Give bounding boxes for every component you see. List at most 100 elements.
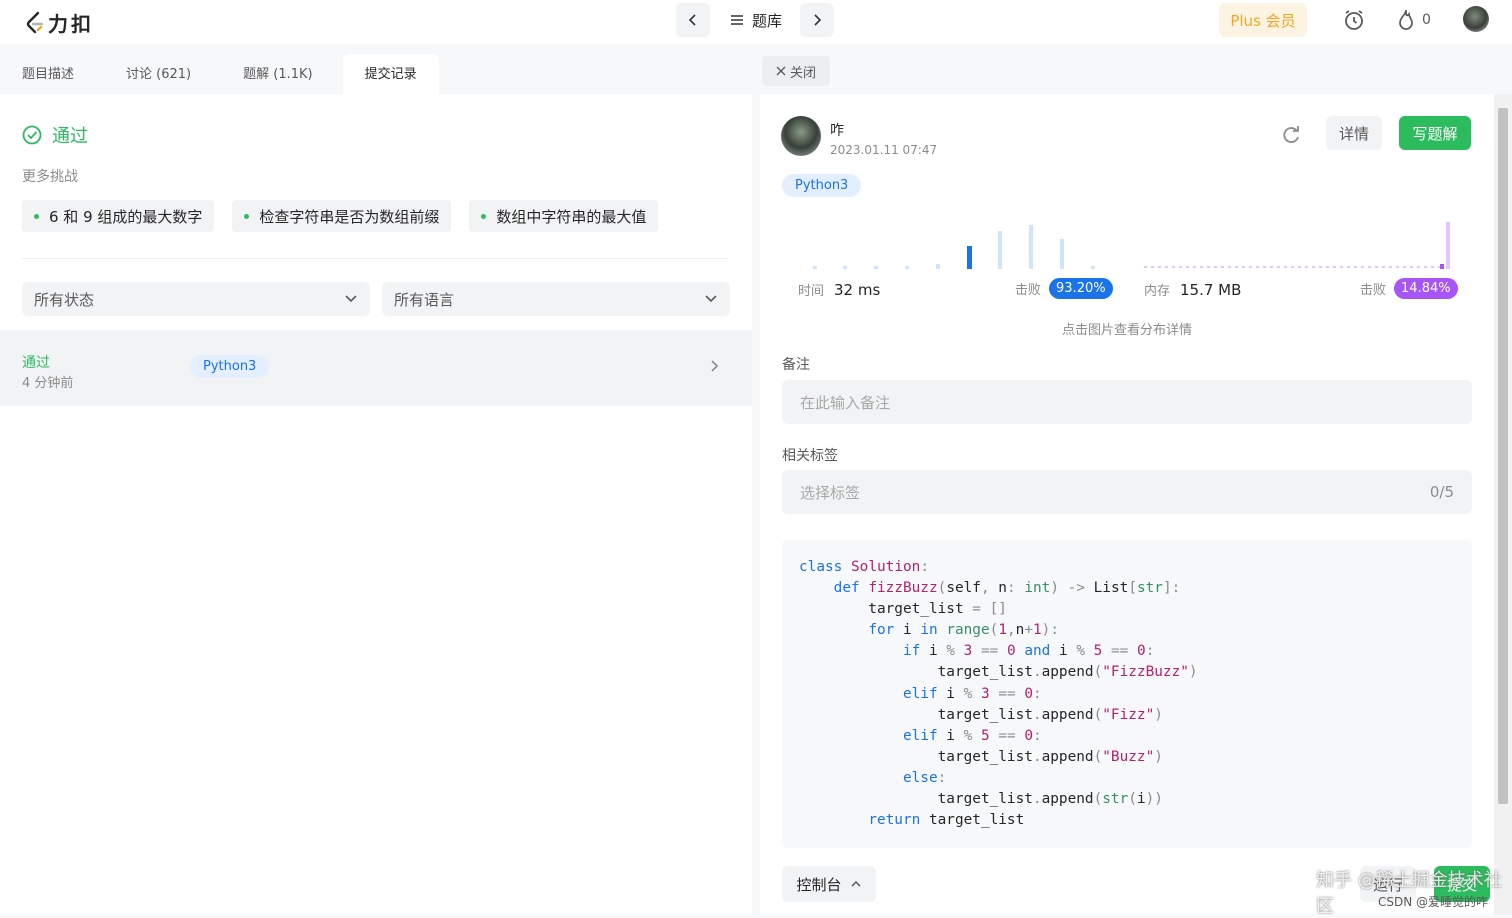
check-circle-icon bbox=[22, 125, 42, 145]
runtime-bar bbox=[1060, 239, 1064, 269]
submissions-panel: 通过 更多挑战 6 和 9 组成的最大数字 检查字符串是否为数组前缀 数组中字符… bbox=[0, 94, 752, 915]
code-line: target_list.append("Buzz") bbox=[799, 748, 1163, 765]
code-line: return target_list bbox=[868, 812, 1025, 829]
menu-icon bbox=[731, 15, 743, 25]
dot-icon bbox=[244, 213, 250, 219]
runtime-bar bbox=[874, 266, 878, 269]
runtime-value: 32 ms bbox=[834, 280, 881, 299]
avatar[interactable] bbox=[781, 116, 821, 156]
leetcode-logo-icon bbox=[26, 11, 44, 33]
note-input[interactable]: 在此输入备注 bbox=[782, 380, 1472, 424]
submission-date: 2023.01.11 07:47 bbox=[830, 143, 938, 157]
left-tabs: 题目描述 讨论 (621) 题解 (1.1K) 提交记录 bbox=[0, 54, 752, 94]
challenge-chip[interactable]: 6 和 9 组成的最大数字 bbox=[22, 200, 215, 232]
plus-membership-button[interactable]: Plus 会员 bbox=[1219, 3, 1307, 37]
memory-bar-current bbox=[1440, 264, 1444, 269]
challenge-label: 数组中字符串的最大值 bbox=[496, 207, 647, 226]
fire-icon bbox=[1399, 9, 1413, 30]
close-label: 关闭 bbox=[789, 65, 816, 81]
submitter-name: 咋 bbox=[830, 123, 844, 139]
runtime-bar bbox=[1091, 266, 1095, 269]
close-record-tab[interactable]: 关闭 bbox=[762, 56, 830, 86]
scrollbar[interactable] bbox=[1494, 94, 1512, 915]
write-solution-button[interactable]: 写题解 bbox=[1399, 116, 1471, 150]
submission-status: 通过 bbox=[22, 355, 50, 371]
challenge-chip[interactable]: 数组中字符串的最大值 bbox=[469, 200, 659, 232]
memory-distribution-chart bbox=[1144, 222, 1450, 269]
code-line: class Solution: bbox=[799, 559, 929, 575]
tab-submissions[interactable]: 提交记录 bbox=[342, 54, 439, 94]
submission-detail-panel: 咋 2023.01.11 07:47 详情 写题解 Python3 时间 32 … bbox=[760, 94, 1494, 915]
challenge-chip[interactable]: 检查字符串是否为数组前缀 bbox=[232, 200, 452, 232]
memory-beat: 击败 14.84% bbox=[1360, 278, 1458, 299]
console-toggle[interactable]: 控制台 bbox=[782, 866, 876, 902]
chevron-right-icon bbox=[711, 360, 719, 372]
submission-row[interactable]: 通过 4 分钟前 Python3 bbox=[0, 330, 752, 406]
runtime-beat-badge: 93.20% bbox=[1049, 278, 1113, 299]
tab-solutions[interactable]: 题解 (1.1K) bbox=[221, 54, 334, 94]
memory-bar bbox=[1446, 222, 1450, 269]
language-badge: Python3 bbox=[782, 174, 862, 197]
runtime-bar bbox=[1029, 225, 1033, 269]
challenge-label: 检查字符串是否为数组前缀 bbox=[259, 207, 440, 226]
close-icon bbox=[776, 66, 786, 76]
memory-label: 内存 bbox=[1144, 284, 1171, 299]
streak-count: 0 bbox=[1422, 12, 1431, 28]
tab-description[interactable]: 题目描述 bbox=[0, 54, 96, 94]
note-label: 备注 bbox=[782, 357, 810, 373]
refresh-icon[interactable] bbox=[1280, 124, 1302, 146]
runtime-label: 时间 bbox=[798, 284, 825, 299]
code-line: elif i % 3 == 0: bbox=[902, 685, 1042, 702]
code-line: def fizzBuzz(self, n: int) -> List[str]: bbox=[833, 580, 1181, 597]
console-label: 控制台 bbox=[796, 875, 842, 894]
code-line: for i in range(1,n+1): bbox=[868, 622, 1059, 639]
code-line: target_list = [] bbox=[799, 601, 1007, 618]
chart-hint: 点击图片查看分布详情 bbox=[1061, 323, 1192, 338]
problem-list-button[interactable]: 题库 bbox=[730, 10, 782, 31]
chevron-right-icon bbox=[814, 14, 822, 26]
more-challenges-label: 更多挑战 bbox=[22, 169, 78, 185]
prev-problem-button[interactable] bbox=[676, 3, 710, 37]
runtime-bar-current bbox=[967, 246, 972, 269]
challenge-label: 6 和 9 组成的最大数字 bbox=[49, 207, 203, 226]
code-viewer[interactable]: class Solution: def fizzBuzz(self, n: in… bbox=[782, 540, 1472, 848]
memory-beat-label: 击败 bbox=[1360, 283, 1387, 298]
code-line: elif i % 5 == 0: bbox=[902, 727, 1042, 744]
tags-label: 相关标签 bbox=[782, 448, 838, 464]
tags-select[interactable]: 选择标签 0/5 bbox=[782, 470, 1472, 514]
code-line: else: bbox=[902, 769, 947, 786]
distribution-charts[interactable] bbox=[782, 222, 1472, 270]
memory-value: 15.7 MB bbox=[1180, 280, 1242, 299]
next-problem-button[interactable] bbox=[800, 3, 835, 37]
status-filter-value: 所有状态 bbox=[34, 290, 95, 309]
logo[interactable]: 力扣 bbox=[24, 8, 94, 37]
runtime-distribution-chart bbox=[813, 225, 1095, 269]
alarm-clock-icon bbox=[1345, 10, 1363, 30]
tab-discussion[interactable]: 讨论 (621) bbox=[104, 54, 213, 94]
memory-stat: 内存 15.7 MB bbox=[1144, 280, 1242, 300]
chevron-down-icon bbox=[345, 295, 357, 303]
runtime-bar bbox=[843, 266, 847, 269]
top-bar: 力扣 题库 Plus 会员 0 bbox=[0, 0, 1512, 44]
user-avatar[interactable] bbox=[1463, 6, 1489, 32]
language-filter-value: 所有语言 bbox=[394, 290, 455, 309]
runtime-bar bbox=[813, 266, 817, 269]
status-filter[interactable]: 所有状态 bbox=[22, 282, 370, 316]
details-button[interactable]: 详情 bbox=[1326, 116, 1382, 150]
code-line: target_list.append(str(i)) bbox=[799, 791, 1163, 808]
chevron-up-icon bbox=[850, 880, 861, 887]
problem-nav: 题库 bbox=[676, 3, 835, 37]
code-line: target_list.append("FizzBuzz") bbox=[799, 664, 1198, 681]
logo-text: 力扣 bbox=[48, 12, 94, 36]
tags-placeholder: 选择标签 bbox=[800, 483, 861, 502]
language-filter[interactable]: 所有语言 bbox=[382, 282, 730, 316]
memory-beat-badge: 14.84% bbox=[1394, 278, 1458, 299]
scrollbar-thumb[interactable] bbox=[1498, 108, 1508, 804]
csdn-watermark: CSDN @爱睡觉的咋 bbox=[1378, 895, 1489, 909]
submission-language-badge: Python3 bbox=[190, 355, 270, 378]
result-status: 通过 bbox=[52, 126, 88, 147]
timer-button[interactable] bbox=[1342, 8, 1366, 36]
streak-counter[interactable]: 0 bbox=[1396, 8, 1431, 32]
runtime-beat-label: 击败 bbox=[1015, 283, 1042, 298]
note-placeholder: 在此输入备注 bbox=[800, 393, 891, 412]
